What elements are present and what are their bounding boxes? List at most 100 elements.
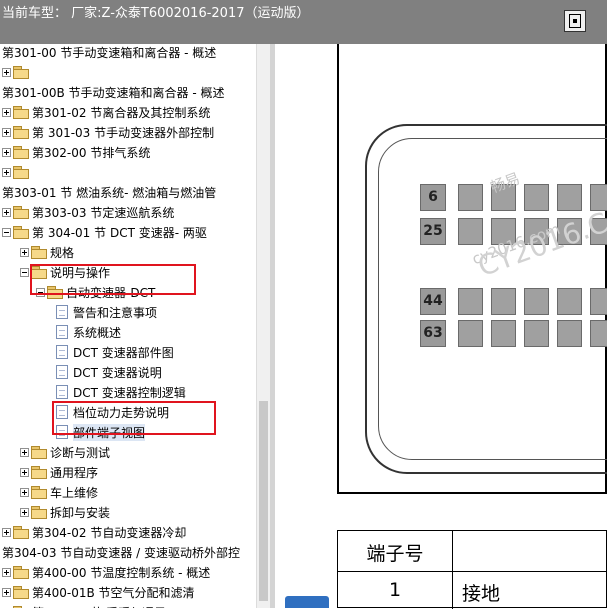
tree-item[interactable]: 第400-02 节 采暖与通风 [2,602,166,608]
collapse-icon[interactable] [20,267,29,277]
folder-icon [13,66,29,79]
connector-pin [491,288,516,315]
pin-number-label: 25 [420,218,446,245]
tree-item[interactable]: DCT 变速器部件图 [56,342,174,362]
folder-icon [13,226,29,239]
expand-icon[interactable] [2,207,11,217]
tree-item[interactable] [2,62,32,82]
highlight-box-dct [30,264,196,295]
tree-item[interactable]: DCT 变速器说明 [56,362,162,382]
tree-item-label: 第302-00 节排气系统 [32,145,151,160]
tree-item-label: DCT 变速器部件图 [73,345,174,360]
connector-pin [458,218,483,245]
tree-item[interactable]: 拆卸与安装 [20,502,110,522]
highlight-box-terminal-view [52,401,216,435]
tree-item[interactable]: 第304-03 节自动变速器 / 变速驱动桥外部控 [2,542,240,562]
pin-number-label: 44 [420,288,446,315]
tree-item[interactable]: 警告和注意事项 [56,302,157,322]
expand-icon[interactable] [2,527,11,537]
expand-icon[interactable] [2,67,11,77]
folder-icon [13,586,29,599]
expand-icon[interactable] [2,147,11,157]
tree-item-label: DCT 变速器控制逻辑 [73,385,186,400]
connector-pin [458,184,483,211]
tree-item[interactable] [2,162,32,182]
expand-icon[interactable] [2,107,11,117]
exit-icon[interactable] [564,10,586,32]
tree-item[interactable]: 第 301-03 节手动变速器外部控制 [2,122,214,142]
tree-item-label: 第 301-03 节手动变速器外部控制 [32,125,215,140]
connector-pin [458,320,483,347]
title-bar: 当前车型： 厂家:Z-众泰T6002016-2017（运动版） [0,0,607,44]
pin-number-label: 63 [420,320,446,347]
tree-item[interactable]: 第400-01B 节空气分配和滤清 [2,582,195,602]
document-icon [56,385,68,399]
tree-item-label: 第301-00 节手动变速箱和离合器 - 概述 [2,45,217,60]
tree-item[interactable]: 系统概述 [56,322,121,342]
folder-icon [13,126,29,139]
connector-pin [557,320,582,347]
table-cell-pin: 1 [388,579,402,601]
folder-icon [13,526,29,539]
expand-icon[interactable] [20,487,29,497]
tree-item[interactable]: 第400-00 节温度控制系统 - 概述 [2,562,210,582]
tree-item[interactable]: 诊断与测试 [20,442,110,462]
expand-icon[interactable] [2,567,11,577]
navigation-tree[interactable]: 第301-00 节手动变速箱和离合器 - 概述 第301-00B 节手动变速箱和离… [0,44,256,608]
tree-item-label: 通用程序 [50,465,99,480]
folder-icon [13,106,29,119]
expand-icon[interactable] [2,167,11,177]
blue-button[interactable] [285,596,329,608]
tree-item[interactable]: 通用程序 [20,462,98,482]
tree-scrollbar[interactable] [256,44,270,608]
tree-item-label: 第301-00B 节手动变速箱和离合器 - 概述 [2,85,225,100]
connector-pin [524,320,549,347]
tree-item[interactable]: 第301-00B 节手动变速箱和离合器 - 概述 [2,82,225,102]
expand-icon[interactable] [20,447,29,457]
tree-item-label: 第400-02 节 采暖与通风 [32,604,166,609]
tree-item-label: 第304-02 节自动变速器冷却 [32,525,187,540]
connector-pin [590,320,607,347]
document-icon [56,305,68,319]
expand-icon[interactable] [20,507,29,517]
table-cell-desc: 接地 [462,583,501,605]
connector-pin [458,288,483,315]
folder-icon [31,466,47,479]
tree-item[interactable]: 第304-02 节自动变速器冷却 [2,522,186,542]
terminal-table: 端子号 1 接地 [337,530,607,609]
expand-icon[interactable] [20,467,29,477]
scrollbar-thumb[interactable] [259,401,268,601]
tree-item[interactable]: 第302-00 节排气系统 [2,142,150,162]
vehicle-title: 当前车型： 厂家:Z-众泰T6002016-2017（运动版） [2,6,310,21]
document-icon [56,345,68,359]
tree-item-label: 拆卸与安装 [50,505,111,520]
expand-icon[interactable] [2,127,11,137]
tree-item-label: 警告和注意事项 [73,305,158,320]
tree-item-label: 第400-00 节温度控制系统 - 概述 [32,565,211,580]
tree-item-label: 诊断与测试 [50,445,111,460]
collapse-icon[interactable] [2,227,11,237]
tree-item[interactable]: 车上维修 [20,482,98,502]
tree-item[interactable]: 第303-01 节 燃油系统- 燃油箱与燃油管 [2,182,216,202]
connector-pin [491,320,516,347]
folder-icon [13,566,29,579]
folder-icon [31,506,47,519]
tree-item[interactable]: 第301-00 节手动变速箱和离合器 - 概述 [2,44,216,62]
folder-icon [13,206,29,219]
tree-item[interactable]: 第301-02 节离合器及其控制系统 [2,102,210,122]
connector-pin [590,288,607,315]
connector-pin [557,184,582,211]
expand-icon[interactable] [2,587,11,597]
tree-item[interactable]: DCT 变速器控制逻辑 [56,382,186,402]
tree-item[interactable]: 第303-03 节定速巡航系统 [2,202,174,222]
tree-item-label: 规格 [50,245,75,260]
tree-item-label: 第301-02 节离合器及其控制系统 [32,105,211,120]
tree-item-label: DCT 变速器说明 [73,365,162,380]
connector-pin [557,288,582,315]
connector-pin [524,184,549,211]
expand-icon[interactable] [20,247,29,257]
tree-item[interactable]: 规格 [20,242,74,262]
tree-item[interactable]: 第 304-01 节 DCT 变速器- 两驱 [2,222,207,242]
tree-item-label: 第304-03 节自动变速器 / 变速驱动桥外部控 [2,545,240,560]
folder-icon [13,146,29,159]
